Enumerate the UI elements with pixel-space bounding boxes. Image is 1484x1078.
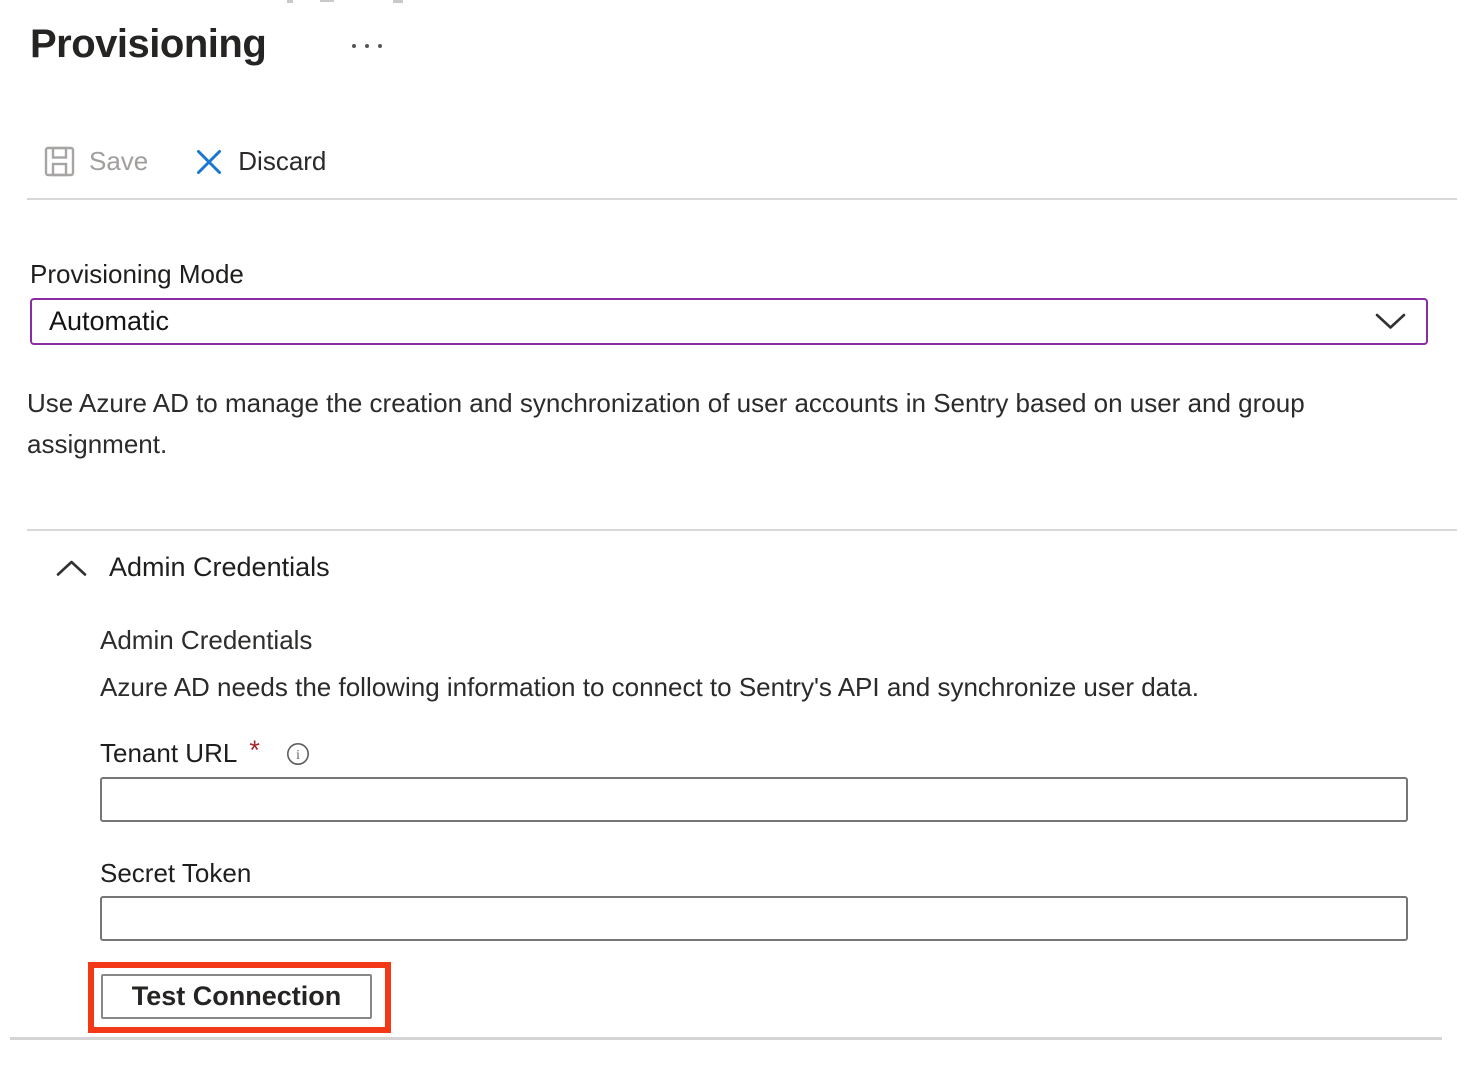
admin-credentials-section-toggle[interactable]: Admin Credentials xyxy=(48,548,338,587)
tenant-url-label: Tenant URL xyxy=(100,738,237,769)
divider xyxy=(27,198,1457,200)
command-bar: Save Discard xyxy=(44,146,326,177)
provisioning-mode-label: Provisioning Mode xyxy=(30,259,244,290)
discard-x-icon xyxy=(194,147,224,177)
chevron-up-icon xyxy=(56,559,87,577)
admin-credentials-section-title: Admin Credentials xyxy=(109,552,330,583)
provisioning-mode-dropdown[interactable]: Automatic xyxy=(30,298,1428,345)
save-button[interactable]: Save xyxy=(44,146,148,177)
required-asterisk: * xyxy=(249,735,260,766)
provisioning-blade: Provisioning Save Discard xyxy=(0,0,1484,1078)
test-connection-button[interactable]: Test Connection xyxy=(101,974,372,1019)
divider xyxy=(10,1037,1442,1040)
save-icon xyxy=(44,146,75,177)
discard-button-label: Discard xyxy=(238,146,326,177)
admin-credentials-description: Azure AD needs the following information… xyxy=(100,672,1199,703)
clipped-text-remnant xyxy=(320,0,334,2)
provisioning-mode-selected-value: Automatic xyxy=(49,306,169,337)
admin-credentials-subtitle: Admin Credentials xyxy=(100,625,312,656)
page-title: Provisioning xyxy=(30,22,266,67)
clipped-text-remnant xyxy=(393,0,403,3)
clipped-text-remnant xyxy=(287,0,293,3)
secret-token-label: Secret Token xyxy=(100,858,251,889)
divider xyxy=(27,529,1457,531)
secret-token-input[interactable] xyxy=(100,896,1408,941)
more-menu-icon[interactable] xyxy=(348,40,386,52)
info-icon[interactable]: i xyxy=(286,742,310,766)
discard-button[interactable]: Discard xyxy=(194,146,326,177)
chevron-down-icon xyxy=(1375,313,1406,330)
svg-text:i: i xyxy=(296,747,300,762)
tenant-url-label-row: Tenant URL * i xyxy=(100,738,310,769)
save-button-label: Save xyxy=(89,146,148,177)
provisioning-mode-description: Use Azure AD to manage the creation and … xyxy=(27,383,1337,465)
tenant-url-input[interactable] xyxy=(100,777,1408,822)
